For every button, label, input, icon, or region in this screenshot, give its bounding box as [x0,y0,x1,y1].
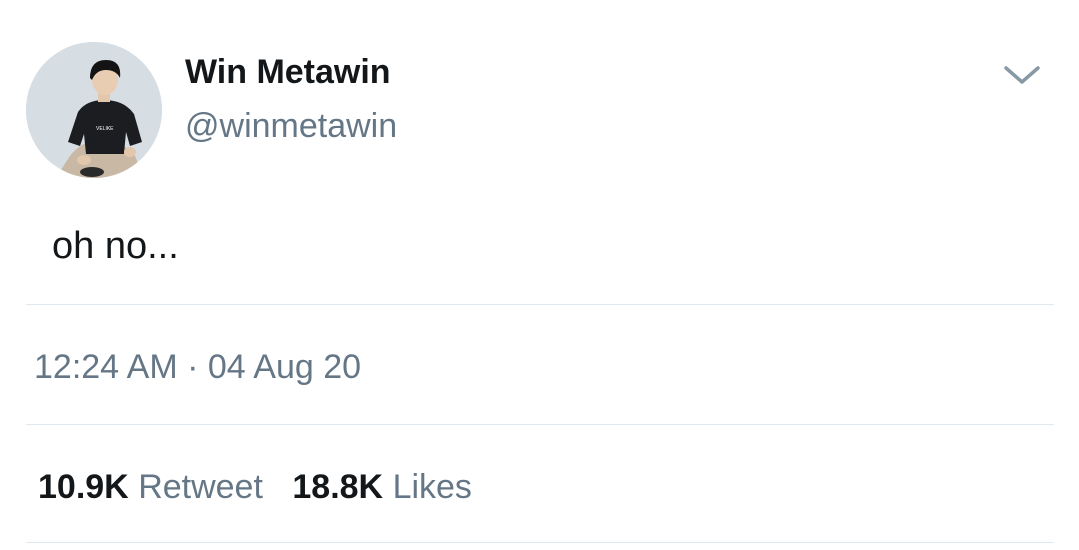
tweet-stats: 10.9K Retweet 18.8K Likes [38,465,492,509]
chevron-down-icon[interactable] [1000,58,1044,92]
divider [26,542,1054,543]
tweet-text: oh no... [52,225,179,267]
avatar[interactable]: VELIKE [26,42,162,178]
retweet-stat[interactable]: 10.9K Retweet [38,465,263,509]
retweet-label: Retweet [138,468,263,506]
likes-count: 18.8K [292,468,384,506]
timestamp-date: 04 Aug 20 [207,348,362,386]
likes-stat[interactable]: 18.8K Likes [292,465,472,509]
author-display-name[interactable]: Win Metawin [185,50,391,94]
avatar-photo: VELIKE [26,42,162,178]
divider [26,424,1054,425]
retweet-count: 10.9K [38,468,129,506]
likes-label: Likes [392,468,472,506]
author-handle[interactable]: @winmetawin [185,104,397,148]
tweet-timestamp[interactable]: 12:24 AM · 04 Aug 20 [34,345,361,389]
timestamp-time: 12:24 AM [34,348,178,386]
shirt-print: VELIKE [96,126,114,132]
divider [26,304,1054,305]
timestamp-separator: · [187,348,199,386]
